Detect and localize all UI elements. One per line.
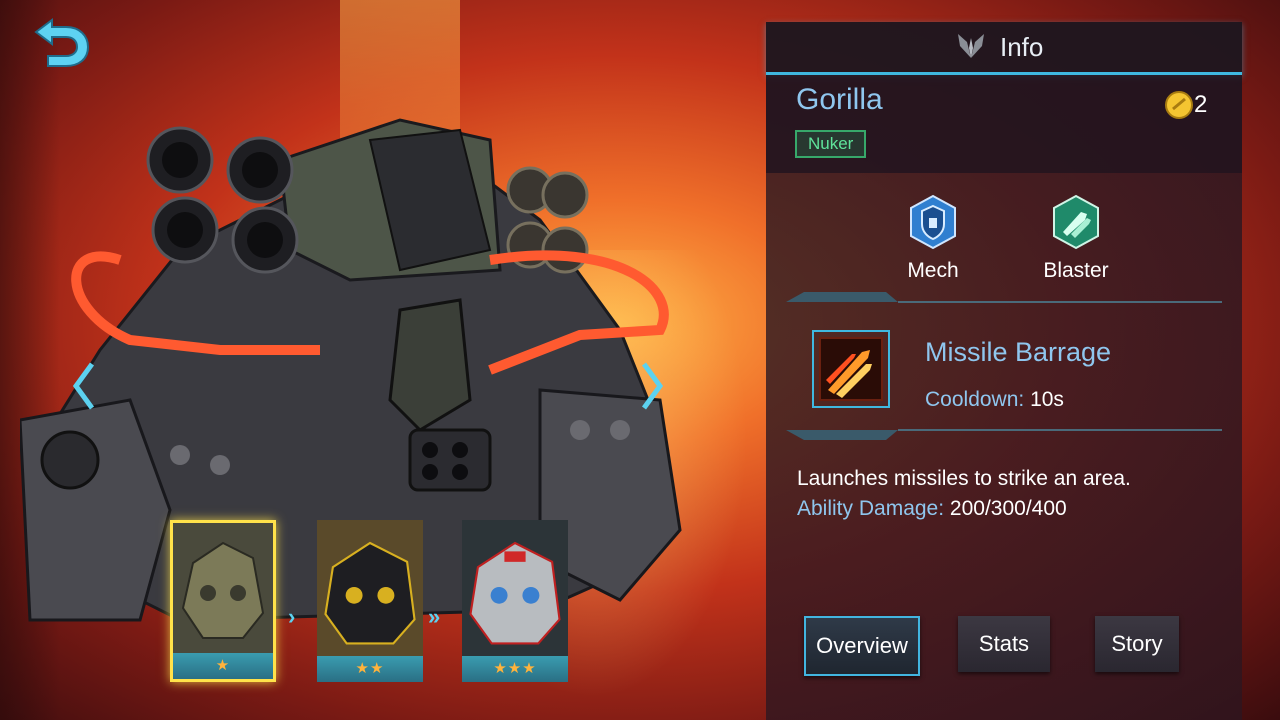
ability-damage: Ability Damage: 200/300/400 [797, 494, 1217, 524]
tab-story[interactable]: Story [1095, 616, 1179, 672]
double-chevron-right-icon: » [428, 604, 441, 629]
star-rating: ★★★ [462, 656, 568, 682]
panel-header: Info [766, 22, 1242, 75]
tab-overview[interactable]: Overview [804, 616, 920, 676]
role-tag: Nuker [795, 130, 867, 158]
skin-thumbnail [462, 520, 568, 656]
back-arrow-icon[interactable] [30, 16, 92, 68]
hero-name-row: Gorilla 2 Nuker [766, 75, 1242, 173]
skill-cooldown: Cooldown: 10s [925, 388, 1064, 412]
skin-thumbnail [317, 520, 423, 656]
star-rating: ★ [173, 653, 273, 679]
coin-icon [1165, 91, 1193, 119]
skill-name: Missile Barrage [925, 337, 1112, 367]
hero-name: Gorilla [796, 83, 883, 116]
skin-card-1[interactable]: ★ [170, 520, 276, 682]
class-label: Mech [907, 259, 959, 282]
skill-description-block: Launches missiles to strike an area. Abi… [797, 464, 1217, 524]
tab-stats[interactable]: Stats [958, 616, 1050, 672]
class-blaster[interactable]: Blaster [1021, 194, 1131, 283]
skin-card-2[interactable]: ★★ [317, 520, 423, 682]
class-label: Blaster [1043, 259, 1109, 282]
skill-description: Launches missiles to strike an area. [797, 467, 1131, 490]
damage-value: 200/300/400 [949, 497, 1067, 520]
shield-icon [910, 194, 956, 250]
wings-emblem-icon [958, 34, 984, 58]
missiles-icon [1053, 194, 1099, 250]
star-rating: ★★ [317, 656, 423, 682]
previous-hero-arrow-icon[interactable] [72, 362, 96, 410]
skin-thumbnail [173, 523, 273, 653]
cooldown-value: 10s [1030, 388, 1064, 411]
section-divider [786, 292, 1222, 303]
panel-title: Info [1000, 32, 1044, 62]
section-divider [786, 429, 1222, 440]
chevron-right-icon: › [288, 604, 296, 629]
class-mech[interactable]: Mech [878, 194, 988, 283]
cooldown-label: Cooldown: [925, 388, 1025, 411]
info-panel: Info Gorilla 2 Nuker Mech Blaster Missil… [766, 22, 1242, 720]
hero-cost: 2 [1194, 91, 1208, 118]
damage-label: Ability Damage: [797, 497, 945, 520]
skin-card-3[interactable]: ★★★ [462, 520, 568, 682]
missile-barrage-skill-icon[interactable] [812, 330, 890, 408]
next-hero-arrow-icon[interactable] [640, 362, 664, 410]
